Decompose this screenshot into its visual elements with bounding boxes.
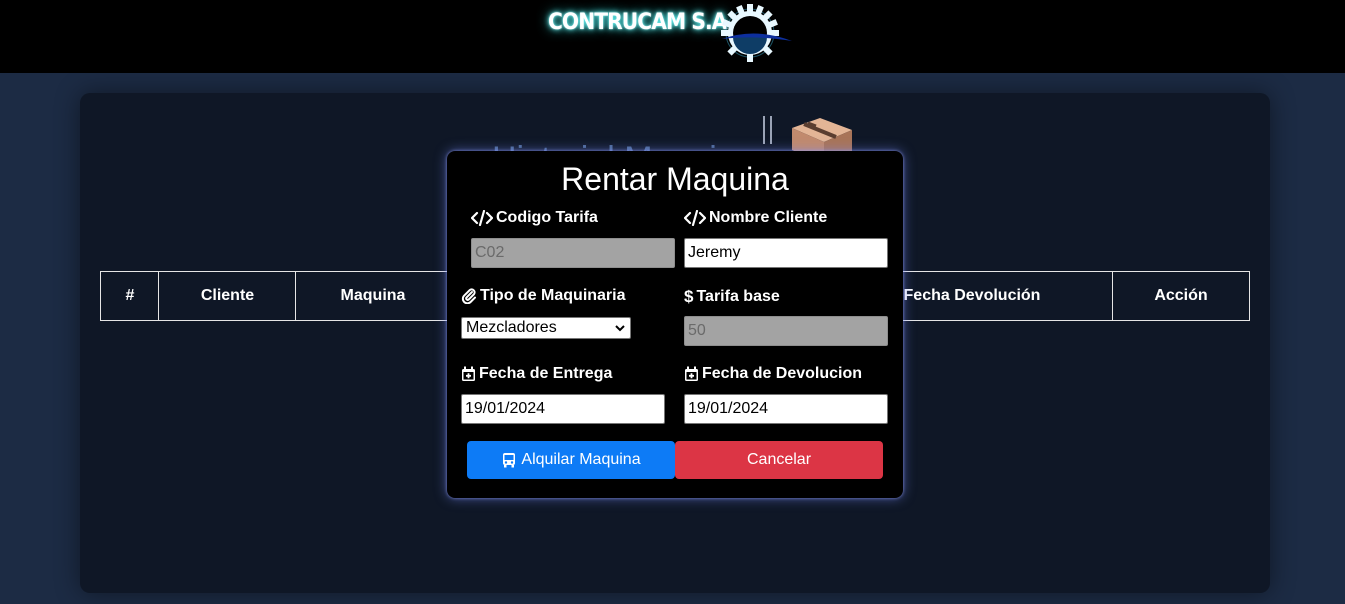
brand-name: CONTRUCAM S.A	[548, 10, 727, 35]
rate-code-label-text: Codigo Tarifa	[496, 209, 598, 226]
modal-title: Rentar Maquina	[561, 161, 789, 197]
paperclip-icon	[461, 288, 477, 304]
rent-machine-button[interactable]: Alquilar Maquina	[467, 441, 675, 479]
rate-code-label: Codigo Tarifa	[471, 209, 598, 227]
return-date-input[interactable]: 19/01/2024	[684, 394, 888, 424]
delivery-date-input[interactable]: 19/01/2024	[461, 394, 665, 424]
column-header-client: Cliente	[158, 272, 296, 320]
base-rate-label-text: Tarifa base	[696, 288, 780, 305]
cancel-button[interactable]: Cancelar	[675, 441, 883, 479]
machine-type-label-text: Tipo de Maquinaria	[480, 287, 626, 304]
client-name-label-text: Nombre Cliente	[709, 209, 828, 226]
code-icon	[684, 210, 706, 226]
calendar-plus-icon	[461, 366, 476, 382]
rate-code-input[interactable]: C02	[471, 238, 675, 268]
calendar-plus-icon	[684, 366, 699, 382]
machine-type-label: Tipo de Maquinaria	[461, 287, 626, 305]
delivery-date-label: Fecha de Entrega	[461, 365, 612, 383]
truck-icon	[501, 452, 517, 468]
chevron-down-icon	[615, 325, 625, 332]
code-icon	[471, 210, 493, 226]
base-rate-input[interactable]: 50	[684, 316, 888, 346]
machine-type-select[interactable]: Mezcladores	[461, 317, 631, 339]
base-rate-label: $ Tarifa base	[684, 287, 780, 307]
dollar-icon: $	[684, 287, 694, 306]
return-date-label: Fecha de Devolucion	[684, 365, 862, 383]
client-name-label: Nombre Cliente	[684, 209, 827, 227]
column-header-machine: Maquina	[295, 272, 450, 320]
cancel-button-label: Cancelar	[746, 451, 812, 468]
client-name-input[interactable]: Jeremy	[684, 238, 888, 268]
return-date-label-text: Fecha de Devolucion	[702, 365, 863, 382]
machine-type-selected: Mezcladores	[466, 319, 557, 336]
column-header-number: #	[125, 287, 135, 304]
delivery-date-label-text: Fecha de Entrega	[479, 365, 613, 382]
rent-machine-button-label: Alquilar Maquina	[521, 451, 641, 468]
column-header-action: Acción	[1112, 272, 1249, 320]
gear-logo-icon	[721, 4, 792, 62]
rent-machine-modal: Rentar Maquina Codigo Tarifa C02 Nombre …	[447, 151, 903, 498]
top-navbar: CONTRUCAM S.A	[0, 0, 1345, 73]
